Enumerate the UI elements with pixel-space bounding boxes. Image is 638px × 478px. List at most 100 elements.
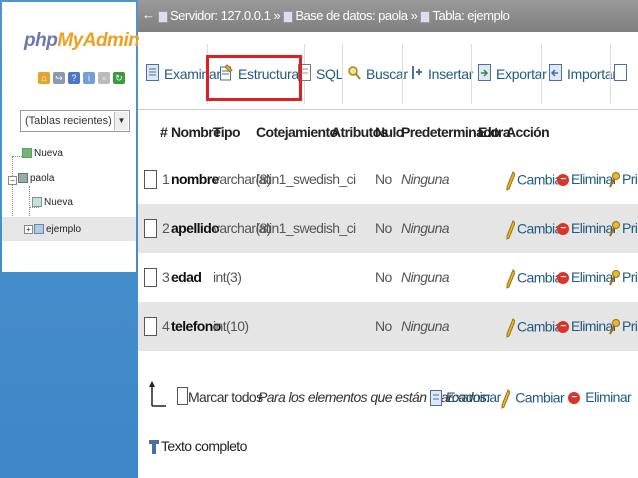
bulk-label: Cambiar (515, 389, 565, 406)
logo-my: My (57, 30, 83, 51)
tree-item-new-db[interactable]: Nueva (22, 148, 63, 159)
tab-divider (610, 44, 611, 104)
search-icon (348, 66, 361, 80)
tree-item-label: paola (30, 173, 55, 184)
tab-divider (342, 44, 343, 104)
delete-icon: − (568, 392, 580, 405)
tab-divider (402, 44, 403, 104)
logo-php: php (24, 30, 58, 51)
row-checkbox[interactable] (144, 268, 157, 287)
check-all-checkbox[interactable] (177, 387, 188, 405)
column-default: Ninguna (401, 318, 450, 334)
row-checkbox[interactable] (144, 317, 157, 336)
delete-link[interactable]: − Eliminar (557, 171, 617, 187)
primary-link[interactable]: Pri (609, 171, 638, 188)
breadcrumb-table[interactable]: Tabla: ejemplo (432, 8, 509, 23)
browse-icon (430, 390, 442, 407)
breadcrumb-server[interactable]: Servidor: 127.0.0.1 (170, 8, 271, 23)
phpmyadmin-logo[interactable]: phpMyAdmin (24, 30, 140, 52)
pencil-icon (506, 269, 515, 289)
arrow-up-icon (149, 381, 166, 407)
action-label: Pri (622, 318, 638, 334)
bulk-browse-button[interactable]: Examinar (430, 389, 501, 407)
column-type: int(10) (213, 318, 249, 334)
col-header-action: Acción (506, 124, 550, 140)
browse-icon (146, 64, 159, 81)
bulk-delete-button[interactable]: − Eliminar (568, 389, 632, 405)
column-null: No (375, 318, 392, 334)
breadcrumb-separator: » (273, 8, 281, 23)
column-collation: latin1_swedish_ci (256, 171, 356, 187)
tree-item-new-table[interactable]: Nueva (32, 197, 73, 208)
docs-icon[interactable]: i (83, 72, 95, 84)
settings-icon[interactable]: ▫ (98, 72, 110, 84)
tab-label: Exportar (496, 66, 547, 82)
pencil-icon (506, 318, 515, 338)
tree-item-label: Nueva (34, 148, 63, 159)
bulk-label: Eliminar (585, 389, 632, 405)
insert-icon (412, 66, 422, 79)
column-null: No (375, 269, 392, 285)
nav-icon-bar: ⌂ ↪ ? i ▫ ↻ (38, 72, 125, 84)
table-row: 2 apellido varchar(8) latin1_swedish_ci … (138, 204, 638, 253)
row-num: 4 (162, 318, 170, 334)
column-collation: latin1_swedish_ci (256, 220, 356, 236)
expand-icon[interactable]: + (24, 225, 33, 234)
new-table-icon (32, 197, 42, 208)
check-all-label[interactable]: Marcar todos (188, 389, 263, 405)
exit-icon[interactable]: ↪ (53, 72, 65, 84)
action-label: Pri (622, 269, 638, 285)
delete-link[interactable]: − Eliminar (557, 269, 617, 285)
pencil-icon (506, 171, 515, 191)
database-icon (18, 173, 28, 184)
home-icon[interactable]: ⌂ (38, 72, 50, 84)
row-num: 1 (162, 171, 170, 187)
more-icon (614, 64, 627, 81)
tab-divider (471, 44, 472, 104)
table-row: 4 telefono int(10) No Ninguna Cambiar − E… (138, 302, 638, 351)
pencil-icon (501, 389, 510, 409)
action-label: Pri (622, 220, 638, 236)
bulk-change-button[interactable]: Cambiar (501, 389, 565, 409)
tree-item-paola[interactable]: paola (18, 173, 54, 184)
row-num: 3 (162, 269, 170, 285)
tree-item-ejemplo[interactable]: ejemplo (34, 224, 81, 235)
highlight-annotation (206, 55, 302, 101)
bulk-label: Examinar (446, 389, 501, 405)
delete-link[interactable]: − Eliminar (557, 220, 617, 236)
recent-tables-value: (Tablas recientes) ... (25, 115, 125, 127)
collapse-icon[interactable]: − (8, 176, 17, 185)
delete-icon: − (557, 223, 569, 236)
tree-item-label: ejemplo (46, 224, 82, 235)
recent-tables-select[interactable]: (Tablas recientes) ... ▼ (20, 110, 130, 132)
col-header-type[interactable]: Tipo (213, 124, 241, 140)
row-checkbox[interactable] (144, 170, 157, 189)
primary-link[interactable]: Pri (609, 318, 638, 335)
primary-link[interactable]: Pri (609, 269, 638, 286)
col-header-collation[interactable]: Cotejamiento (256, 124, 338, 140)
row-checkbox[interactable] (144, 219, 157, 238)
full-text-link[interactable]: Texto completo (148, 438, 247, 455)
primary-link[interactable]: Pri (609, 220, 638, 237)
breadcrumb-separator: » (410, 8, 418, 23)
bulk-actions: Marcar todos Para los elementos que está… (138, 380, 638, 420)
table-row: 3 edad int(3) No Ninguna Cambiar − Elimin… (138, 253, 638, 302)
delete-icon: − (557, 272, 569, 285)
full-text-icon (149, 440, 159, 455)
column-null: No (375, 171, 392, 187)
pencil-icon (506, 220, 515, 240)
column-type: int(3) (213, 269, 242, 285)
row-num: 2 (162, 220, 170, 236)
structure-table: # Nombre Tipo Cotejamiento Atributos Nul… (138, 112, 638, 357)
help-icon[interactable]: ? (68, 72, 80, 84)
reload-icon[interactable]: ↻ (113, 72, 125, 84)
key-icon (609, 319, 620, 335)
breadcrumb: Servidor: 127.0.0.1 » Base de datos: pao… (158, 8, 510, 23)
collapse-arrow-icon[interactable]: ← (142, 7, 155, 22)
logo-admin: Admin (82, 30, 140, 51)
tree-item-label: Nueva (44, 197, 73, 208)
column-default: Ninguna (401, 220, 450, 236)
col-header-null[interactable]: Nulo (375, 124, 404, 140)
delete-link[interactable]: − Eliminar (557, 318, 617, 334)
breadcrumb-database[interactable]: Base de datos: paola (295, 8, 408, 23)
